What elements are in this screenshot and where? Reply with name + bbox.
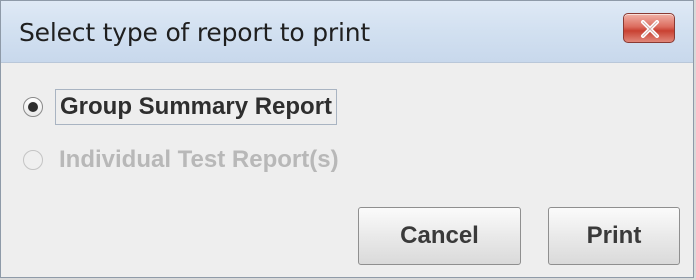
- close-button[interactable]: [623, 13, 675, 43]
- group-summary-radio[interactable]: [23, 97, 43, 117]
- option-group-summary[interactable]: Group Summary Report: [23, 89, 338, 125]
- dialog-title: Select type of report to print: [19, 18, 370, 47]
- option-individual-test: Individual Test Report(s): [23, 143, 343, 177]
- individual-test-label: Individual Test Report(s): [59, 146, 339, 173]
- dialog-content: Group Summary Report Individual Test Rep…: [1, 63, 693, 277]
- print-report-dialog: Select type of report to print Group Sum…: [0, 0, 694, 278]
- print-button[interactable]: Print: [548, 207, 680, 265]
- cancel-button[interactable]: Cancel: [358, 207, 521, 265]
- close-icon: [641, 20, 659, 38]
- individual-test-radio: [23, 150, 43, 170]
- dialog-titlebar: Select type of report to print: [1, 1, 693, 63]
- group-summary-label[interactable]: Group Summary Report: [55, 89, 338, 125]
